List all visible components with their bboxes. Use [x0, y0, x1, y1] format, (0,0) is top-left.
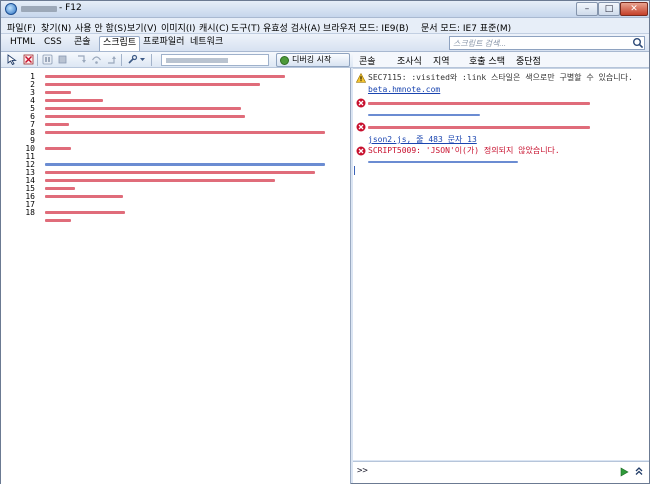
blurred-error-link[interactable]: [368, 161, 518, 163]
tab-profiler[interactable]: 프로파일러: [140, 36, 187, 51]
toolbar-separator: [37, 54, 38, 66]
script-search-input[interactable]: [449, 36, 645, 50]
clear-icon[interactable]: [23, 54, 34, 65]
source-line-5: [45, 107, 241, 110]
warning-icon: [356, 73, 366, 83]
expand-console-icon[interactable]: [634, 466, 644, 476]
menu-tools[interactable]: 도구(T): [231, 21, 260, 34]
line-number-gutter: 1 2 3 4 5 6 7 8 9 10 11 12 13 14 15 16 17 18: [1, 68, 37, 484]
chevron-down-icon[interactable]: [139, 54, 146, 65]
pause-icon[interactable]: [42, 54, 53, 65]
play-icon: [280, 56, 289, 65]
script-source-panel[interactable]: 1 2 3 4 5 6 7 8 9 10 11 12 13 14 15 16 17 18: [1, 68, 351, 484]
source-line-7: [45, 123, 69, 126]
menu-bar: 파일(F) 찾기(N) 사용 안 함(S) 보기(V) 이미지(I) 캐시(C)…: [1, 18, 649, 34]
menu-file[interactable]: 파일(F): [7, 21, 36, 34]
source-line-14: [45, 187, 75, 190]
close-button[interactable]: ✕: [620, 2, 648, 16]
source-code-area[interactable]: [39, 68, 349, 484]
console-prompt: >>: [357, 466, 368, 476]
text-cursor: [354, 166, 355, 175]
step-over-icon[interactable]: [91, 54, 102, 65]
source-line-1: [45, 75, 285, 78]
menu-disable[interactable]: 사용 안 함(S): [75, 21, 127, 34]
console-input-row[interactable]: >>: [353, 461, 649, 483]
tab-css[interactable]: CSS: [41, 36, 65, 51]
menu-cache[interactable]: 캐시(C): [199, 21, 229, 34]
tab-console[interactable]: 콘솔: [71, 36, 94, 51]
script-file-select[interactable]: [161, 54, 269, 66]
f12-developer-tools-window: - F12 – □ ✕ 파일(F) 찾기(N) 사용 안 함(S) 보기(V) …: [0, 0, 650, 484]
console-message-text: SEC7115: :visited와 :link 스타일은 색으로만 구별할 수…: [368, 73, 633, 82]
title-bar: - F12 – □ ✕: [1, 1, 649, 18]
error-icon: [356, 122, 366, 132]
tab-call-stack[interactable]: 호출 스택: [469, 54, 505, 67]
source-line-13: [45, 179, 275, 182]
step-into-icon[interactable]: [76, 54, 87, 65]
tab-watch[interactable]: 조사식: [397, 54, 422, 67]
error-icon: [356, 98, 366, 108]
menu-find[interactable]: 찾기(N): [41, 21, 71, 34]
maximize-button[interactable]: □: [598, 2, 620, 16]
ie-app-icon: [5, 3, 17, 15]
blurred-error-link[interactable]: [368, 114, 480, 116]
source-line-4: [45, 99, 103, 102]
line-number: 18: [25, 208, 35, 217]
start-debugging-label: 디버깅 시작: [292, 55, 332, 64]
source-line-6: [45, 115, 245, 118]
window-title: - F12: [59, 3, 82, 13]
source-line-10: [45, 147, 71, 150]
toolbar-separator: [151, 54, 152, 66]
tab-script[interactable]: 스크립트: [99, 36, 141, 51]
minimize-button[interactable]: –: [576, 2, 598, 16]
step-out-icon[interactable]: [106, 54, 117, 65]
toolbar-separator: [121, 54, 122, 66]
tab-breakpoints[interactable]: 중단점: [516, 54, 541, 67]
source-line-8: [45, 131, 325, 134]
tab-html[interactable]: HTML: [7, 36, 38, 51]
tab-locals[interactable]: 지역: [433, 54, 450, 67]
source-line-15: [45, 195, 123, 198]
source-line-17: [45, 211, 125, 214]
menu-view[interactable]: 보기(V): [127, 21, 157, 34]
tab-network[interactable]: 네트워크: [187, 36, 226, 51]
select-element-icon[interactable]: [7, 54, 18, 65]
console-output[interactable]: SEC7115: :visited와 :link 스타일은 색으로만 구별할 수…: [353, 68, 649, 460]
script-toolbar: 디버깅 시작: [1, 52, 353, 68]
console-message-link[interactable]: beta.hmnote.com: [368, 85, 440, 95]
source-line-18: [45, 219, 71, 222]
menu-browser-mode[interactable]: 브라우저 모드: IE9(B): [323, 21, 409, 34]
blurred-error-text: [368, 126, 590, 129]
console-message-link[interactable]: json2.js, 줄 483 문자 13: [368, 135, 477, 145]
source-line-12: [45, 171, 315, 174]
redacted-script-name: [166, 58, 228, 63]
source-line-3: [45, 91, 71, 94]
tools-icon[interactable]: [127, 54, 138, 65]
run-script-icon[interactable]: [619, 467, 629, 477]
source-line-11: [45, 163, 325, 166]
stop-icon[interactable]: [57, 54, 68, 65]
console-tab-bar: 콘솔 조사식 지역 호출 스택 중단점: [353, 52, 649, 70]
menu-images[interactable]: 이미지(I): [161, 21, 196, 34]
start-debugging-button[interactable]: 디버깅 시작: [276, 53, 350, 67]
error-icon: [356, 146, 366, 156]
console-message-text: SCRIPT5009: 'JSON'이(가) 정의되지 않았습니다.: [368, 146, 560, 155]
menu-document-mode[interactable]: 문서 모드: IE7 표준(M): [421, 21, 511, 34]
blurred-error-text: [368, 102, 590, 105]
menu-validate[interactable]: 유효성 검사(A): [263, 21, 320, 34]
search-icon[interactable]: [632, 37, 644, 49]
source-line-2: [45, 83, 260, 86]
redacted-page-title: [21, 6, 57, 12]
